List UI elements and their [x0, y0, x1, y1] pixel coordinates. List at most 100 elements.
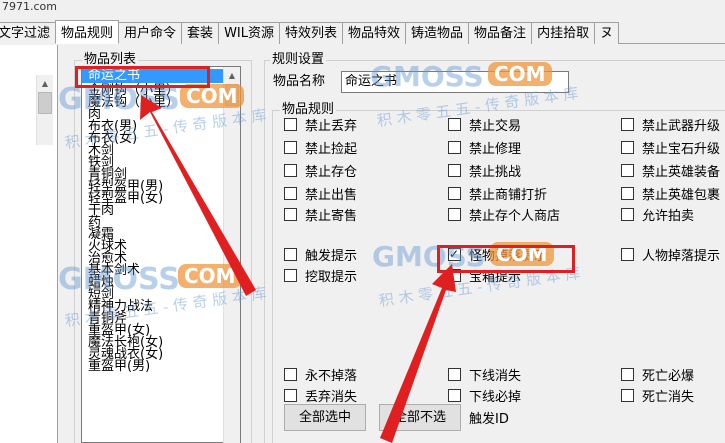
tab-effects-list[interactable]: 特效列表: [279, 22, 344, 44]
rule-checkbox[interactable]: 禁止英雄包裹: [621, 185, 721, 203]
rule-checkbox[interactable]: 禁止存仓: [284, 162, 357, 180]
rule-checkbox-label: 死亡必爆: [642, 368, 695, 384]
rule-checkbox-label: 挖取提示: [305, 269, 358, 285]
rule-checkbox[interactable]: 禁止挑战: [448, 162, 521, 180]
rule-checkbox-label: 下线必掉: [469, 389, 522, 405]
checkbox-icon[interactable]: [621, 367, 634, 381]
left-list-panel[interactable]: ▲: [0, 45, 58, 443]
checkbox-icon[interactable]: [284, 163, 297, 177]
scroll-thumb[interactable]: [225, 84, 239, 106]
checkbox-icon[interactable]: [284, 367, 297, 381]
rule-checkbox[interactable]: 允许拍卖: [621, 206, 695, 224]
select-none-button[interactable]: 全部不选: [379, 404, 461, 431]
item-list-scrollbar[interactable]: ▲: [223, 67, 240, 443]
tab-strip: 文字过滤 物品规则 用户命令 套装 WIL资源 特效列表 物品特效 铸造物品 物…: [0, 20, 725, 44]
checkbox-icon[interactable]: [448, 117, 461, 131]
left-scrollbar[interactable]: ▲: [36, 75, 53, 145]
scroll-up-icon[interactable]: ▲: [224, 67, 240, 84]
checkbox-icon[interactable]: [284, 117, 297, 131]
rule-checkbox[interactable]: 死亡必爆: [621, 366, 695, 384]
rule-checkbox-label: 禁止商铺打折: [469, 187, 548, 203]
rule-checkbox[interactable]: 禁止宝石升级: [621, 139, 720, 157]
rule-checkbox-label: 禁止武器升级: [642, 118, 721, 134]
checkbox-icon[interactable]: [621, 163, 634, 177]
rule-checkbox[interactable]: 禁止寄售: [284, 206, 358, 224]
rule-checkbox-label: 禁止捡起: [305, 141, 358, 157]
rule-checkbox-label: 允许拍卖: [642, 208, 695, 224]
checkbox-icon[interactable]: [448, 186, 461, 200]
rule-checkbox-label: 死亡消失: [642, 389, 695, 405]
window-top-strip: 7971.com: [0, 0, 725, 22]
rule-checkbox[interactable]: 禁止存个人商店: [448, 206, 560, 224]
rule-checkbox-label: 禁止英雄包裹: [642, 187, 721, 203]
tab-auto-pickup[interactable]: 内挂拾取: [531, 22, 596, 44]
tab-text-filter[interactable]: 文字过滤: [0, 22, 57, 44]
rule-checkbox[interactable]: 死亡消失: [621, 387, 695, 405]
checkbox-icon[interactable]: [448, 207, 461, 221]
item-name-field[interactable]: 命运之书: [341, 71, 569, 93]
rule-checkbox-label: 禁止英雄装备: [642, 164, 721, 180]
tab-wil-resources[interactable]: WIL资源: [218, 22, 280, 44]
tab-item-rules[interactable]: 物品规则: [55, 20, 120, 44]
corner-tag: 7971.com: [2, 0, 57, 13]
rule-checkbox[interactable]: 禁止商铺打折: [448, 185, 548, 203]
item-list[interactable]: 命运之书 金刚钩（小里） 魔法钩（小里）肉布衣(男) 布衣(女) 木剑 铁剑 青铜剑 轻型盔甲…: [81, 66, 241, 443]
rule-checkbox-label: 下线消失: [469, 368, 522, 384]
rule-checkbox-label: 禁止寄售: [305, 208, 358, 224]
rule-checkbox[interactable]: 禁止丢弃: [284, 116, 358, 134]
rule-checkbox[interactable]: 禁止捡起: [284, 139, 358, 157]
rule-checkbox[interactable]: 下线消失: [448, 366, 522, 384]
checkbox-icon[interactable]: [621, 247, 634, 261]
item-list-title: 物品列表: [82, 52, 139, 67]
tab-item-effects[interactable]: 物品特效: [342, 22, 407, 44]
rule-checkbox[interactable]: 挖取提示: [284, 267, 358, 285]
rule-checkbox[interactable]: 禁止修理: [448, 139, 521, 157]
list-item[interactable]: 魔法钩（小里）: [82, 96, 240, 109]
list-item[interactable]: 重盔甲(男): [82, 360, 240, 373]
checkbox-icon[interactable]: [284, 268, 297, 282]
rule-checkbox-label: 丢弃消失: [305, 389, 358, 405]
checkbox-icon[interactable]: [621, 186, 634, 200]
rule-checkbox[interactable]: 永不掉落: [284, 366, 358, 384]
checkbox-icon[interactable]: [621, 117, 634, 131]
item-name-label: 物品名称: [273, 74, 326, 89]
checkbox-icon[interactable]: [448, 163, 461, 177]
rule-checkbox[interactable]: 禁止英雄装备: [621, 162, 721, 180]
rule-checkbox-label: 触发ID: [469, 411, 509, 427]
checkbox-icon[interactable]: [621, 140, 634, 154]
checkbox-icon[interactable]: [448, 140, 461, 154]
checkbox-icon[interactable]: [621, 388, 634, 402]
rule-checkbox-label: 人物掉落提示: [642, 248, 721, 264]
tab-forged-items[interactable]: 铸造物品: [405, 22, 470, 44]
highlight-item-box: [75, 66, 210, 88]
checkbox-icon[interactable]: [284, 140, 297, 154]
tab-overflow[interactable]: ヌ: [594, 22, 620, 44]
scroll-thumb[interactable]: [38, 92, 52, 114]
rule-checkbox-label: 禁止出售: [305, 187, 358, 203]
rules-title: 规则设置: [270, 52, 327, 67]
rule-checkbox-label: 触发提示: [305, 248, 358, 264]
rule-checkbox[interactable]: 人物掉落提示: [621, 246, 721, 264]
tab-user-commands[interactable]: 用户命令: [118, 22, 183, 44]
rule-checkbox[interactable]: 触发提示: [284, 246, 358, 264]
rule-checkbox[interactable]: 禁止武器升级: [621, 116, 721, 134]
checkbox-icon[interactable]: [284, 207, 297, 221]
rule-checkbox-label: 永不掉落: [305, 368, 358, 384]
tab-item-notes[interactable]: 物品备注: [468, 22, 533, 44]
checkbox-icon[interactable]: [448, 388, 461, 402]
select-all-button[interactable]: 全部选中: [284, 404, 366, 431]
tab-sets[interactable]: 套装: [181, 22, 220, 44]
rule-checkbox[interactable]: 禁止出售: [284, 185, 358, 203]
checkbox-icon[interactable]: [621, 207, 634, 221]
checkbox-icon[interactable]: [284, 388, 297, 402]
rule-checkbox[interactable]: 禁止交易: [448, 116, 521, 134]
checkbox-icon[interactable]: [448, 367, 461, 381]
checkbox-icon[interactable]: [284, 186, 297, 200]
scroll-up-icon[interactable]: ▲: [37, 75, 53, 92]
list-item[interactable]: 干肉: [82, 204, 240, 217]
highlight-checkbox-box: [437, 245, 575, 273]
checkbox-icon[interactable]: [284, 247, 297, 261]
rule-checkbox-label: 禁止丢弃: [305, 118, 358, 134]
rule-checkbox[interactable]: 下线必掉: [448, 387, 522, 405]
rule-checkbox[interactable]: 丢弃消失: [284, 387, 358, 405]
